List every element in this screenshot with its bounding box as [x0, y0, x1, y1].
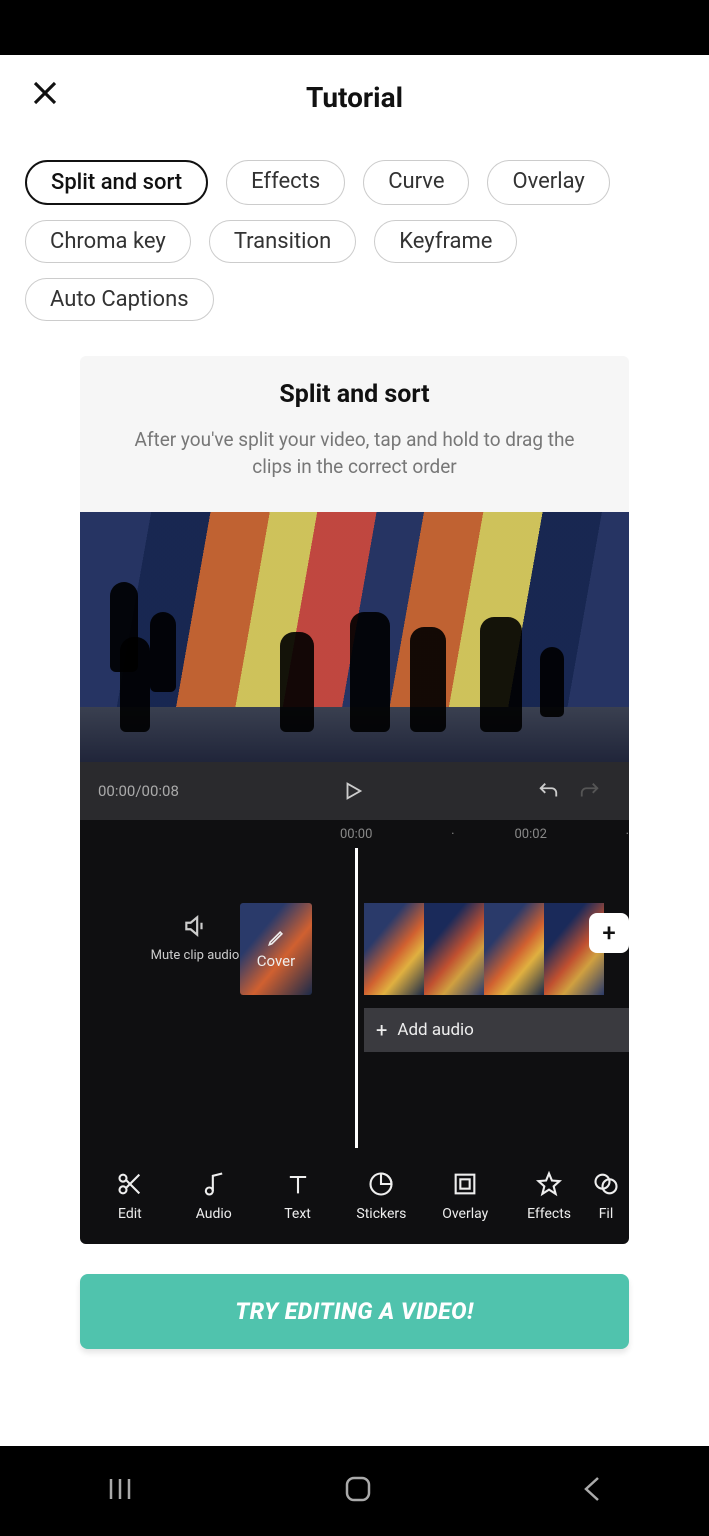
- timeline-ruler[interactable]: 00:00 · 00:02 ·: [80, 820, 629, 848]
- tutorial-chips: Split and sort Effects Curve Overlay Chr…: [0, 140, 709, 331]
- ruler-dot: ·: [451, 827, 454, 842]
- add-audio-label: Add audio: [397, 1020, 474, 1040]
- home-button[interactable]: [343, 1474, 373, 1508]
- tool-audio[interactable]: Audio: [172, 1170, 256, 1222]
- home-icon: [343, 1474, 373, 1504]
- filter-icon: [592, 1170, 620, 1198]
- card-title: Split and sort: [100, 380, 609, 409]
- add-audio-button[interactable]: + Add audio: [364, 1008, 629, 1052]
- editor-toolbar: Edit Audio Text Stickers Overlay Effects…: [80, 1148, 629, 1244]
- tool-stickers[interactable]: Stickers: [339, 1170, 423, 1222]
- clip-thumb[interactable]: [364, 903, 424, 995]
- chip-chroma-key[interactable]: Chroma key: [25, 220, 191, 263]
- timeline: 00:00 · 00:02 · Mute clip audio Cover: [80, 820, 629, 1148]
- cover-button[interactable]: Cover: [240, 903, 312, 995]
- tool-overlay[interactable]: Overlay: [423, 1170, 507, 1222]
- chip-curve[interactable]: Curve: [363, 160, 469, 205]
- card-header: Split and sort After you've split your v…: [80, 356, 629, 512]
- sticker-icon: [367, 1170, 395, 1198]
- scissors-icon: [116, 1170, 144, 1198]
- pencil-icon: [266, 928, 286, 948]
- chip-split-and-sort[interactable]: Split and sort: [25, 160, 208, 205]
- close-button[interactable]: [25, 73, 65, 113]
- ruler-tick: 00:00: [340, 827, 391, 842]
- chip-keyframe[interactable]: Keyframe: [374, 220, 517, 263]
- card-description: After you've split your video, tap and h…: [100, 427, 609, 480]
- ruler-tick: 00:02: [515, 827, 566, 842]
- speaker-icon: [180, 913, 210, 939]
- plus-icon: +: [376, 1018, 387, 1042]
- text-icon: [284, 1170, 312, 1198]
- redo-icon: [577, 780, 603, 802]
- back-button[interactable]: [580, 1474, 606, 1508]
- player-controls: 00:00/00:08: [80, 762, 629, 820]
- chip-effects[interactable]: Effects: [226, 160, 345, 205]
- header: Tutorial: [0, 55, 709, 140]
- tool-effects[interactable]: Effects: [507, 1170, 591, 1222]
- cover-label: Cover: [257, 952, 295, 970]
- play-button[interactable]: [179, 780, 527, 802]
- mute-label: Mute clip audio: [140, 949, 250, 963]
- star-icon: [535, 1170, 563, 1198]
- tool-text[interactable]: Text: [256, 1170, 340, 1222]
- clip-thumb[interactable]: [484, 903, 544, 995]
- close-icon: [30, 78, 60, 108]
- recents-icon: [103, 1475, 137, 1503]
- add-clip-button[interactable]: +: [589, 913, 629, 953]
- overlay-icon: [451, 1170, 479, 1198]
- page-title: Tutorial: [306, 81, 403, 114]
- back-icon: [580, 1474, 606, 1504]
- cta-container: TRY EDITING A VIDEO!: [80, 1274, 629, 1349]
- play-icon: [342, 780, 364, 802]
- ruler-dot: ·: [626, 827, 629, 842]
- try-editing-button[interactable]: TRY EDITING A VIDEO!: [80, 1274, 629, 1349]
- chip-transition[interactable]: Transition: [209, 220, 356, 263]
- time-display: 00:00/00:08: [98, 782, 179, 800]
- undo-button[interactable]: [527, 780, 569, 802]
- redo-button[interactable]: [569, 780, 611, 802]
- chip-overlay[interactable]: Overlay: [487, 160, 609, 205]
- timeline-body: Mute clip audio Cover + + Add audio: [80, 848, 629, 1148]
- video-preview[interactable]: [80, 512, 629, 762]
- music-note-icon: [200, 1170, 228, 1198]
- plus-icon: +: [602, 919, 615, 947]
- tool-edit[interactable]: Edit: [88, 1170, 172, 1222]
- system-nav-bar: [0, 1446, 709, 1536]
- undo-icon: [535, 780, 561, 802]
- clip-thumb[interactable]: [424, 903, 484, 995]
- tutorial-card: Split and sort After you've split your v…: [80, 356, 629, 1244]
- mute-clip-button[interactable]: Mute clip audio: [140, 913, 250, 963]
- tool-filters[interactable]: Fil: [591, 1170, 621, 1222]
- status-bar: [0, 0, 709, 55]
- playhead[interactable]: [355, 848, 358, 1148]
- chip-auto-captions[interactable]: Auto Captions: [25, 278, 214, 321]
- recent-apps-button[interactable]: [103, 1475, 137, 1507]
